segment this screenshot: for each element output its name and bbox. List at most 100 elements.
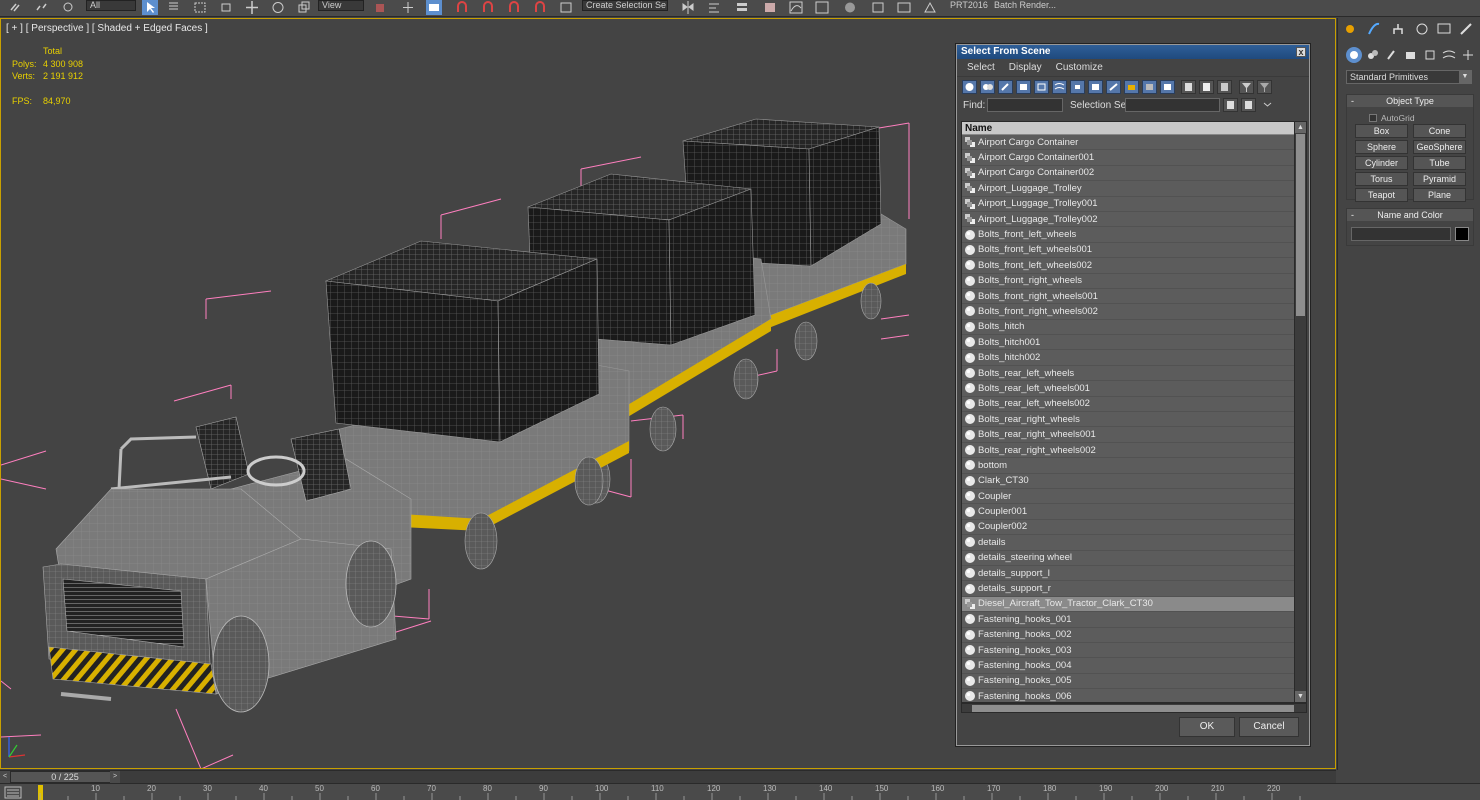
selection-set-add-icon[interactable]	[1223, 98, 1238, 112]
modify-tab-icon[interactable]	[1366, 21, 1382, 37]
torus-button[interactable]: Torus	[1355, 172, 1408, 186]
geometry-category-icon[interactable]	[1346, 47, 1362, 63]
layer-manager-icon[interactable]	[734, 0, 750, 15]
object-type-header[interactable]: - Object Type	[1347, 95, 1473, 107]
frozen-filter-icon[interactable]	[1142, 80, 1157, 94]
link-icon[interactable]	[8, 0, 24, 15]
teapot-button[interactable]: Teapot	[1355, 188, 1408, 202]
graphite-tools-icon[interactable]	[762, 0, 778, 15]
menu-display[interactable]: Display	[1009, 62, 1042, 73]
angle-snap-icon[interactable]	[480, 0, 496, 15]
pivot-center-icon[interactable]	[372, 0, 388, 15]
cancel-button[interactable]: Cancel	[1239, 717, 1299, 737]
hidden-filter-icon[interactable]	[1160, 80, 1175, 94]
rect-selection-icon[interactable]	[192, 0, 208, 15]
snap-toggle-icon[interactable]	[454, 0, 470, 15]
list-item[interactable]: details	[962, 535, 1296, 551]
list-item[interactable]: Coupler001	[962, 504, 1296, 520]
selection-set-remove-icon[interactable]	[1241, 98, 1256, 112]
motion-tab-icon[interactable]	[1414, 21, 1430, 37]
chevron-down-icon[interactable]	[1261, 98, 1276, 112]
reference-coordinate-dropdown[interactable]: View	[318, 0, 364, 11]
cylinder-button[interactable]: Cylinder	[1355, 156, 1408, 170]
edit-named-selection-icon[interactable]	[558, 0, 574, 15]
selection-set-dropdown[interactable]	[1125, 98, 1220, 112]
list-item[interactable]: Fastening_hooks_003	[962, 642, 1296, 659]
list-item[interactable]: Airport_Luggage_Trolley001	[962, 196, 1296, 212]
list-item[interactable]: bottom	[962, 458, 1296, 474]
list-item[interactable]: Bolts_hitch002	[962, 350, 1296, 366]
spinner-snap-icon[interactable]	[532, 0, 548, 15]
list-item[interactable]: Coupler002	[962, 519, 1296, 536]
shapes-filter-icon[interactable]	[980, 80, 995, 94]
name-and-color-header[interactable]: - Name and Color	[1347, 209, 1473, 221]
helpers-filter-icon[interactable]	[1034, 80, 1049, 94]
scroll-down-icon[interactable]: ▼	[1295, 691, 1306, 702]
manipulate-icon[interactable]	[400, 0, 416, 15]
select-object-icon[interactable]	[142, 0, 158, 15]
time-slider[interactable]: 0 / 225 < >	[0, 770, 1336, 783]
unlink-icon[interactable]	[34, 0, 50, 15]
scrollbar-thumb[interactable]	[1296, 134, 1305, 316]
list-item[interactable]: Bolts_rear_left_wheels	[962, 365, 1296, 382]
scroll-up-icon[interactable]: ▲	[1295, 122, 1306, 133]
selection-filter-dropdown[interactable]: All	[86, 0, 136, 11]
list-item[interactable]: Bolts_front_left_wheels	[962, 227, 1296, 243]
list-item[interactable]: Coupler	[962, 488, 1296, 505]
lights-category-icon[interactable]	[1384, 47, 1400, 63]
primitive-type-dropdown[interactable]: Standard Primitives ▼	[1346, 70, 1472, 84]
list-item[interactable]: Fastening_hooks_001	[962, 612, 1296, 628]
menu-customize[interactable]: Customize	[1056, 62, 1103, 73]
spacewarps-filter-icon[interactable]	[1052, 80, 1067, 94]
menu-select[interactable]: Select	[967, 62, 995, 73]
curve-editor-icon[interactable]	[788, 0, 804, 15]
list-item[interactable]: Bolts_hitch001	[962, 335, 1296, 351]
dialog-title-bar[interactable]: Select From Scene x	[957, 45, 1309, 59]
plane-button[interactable]: Plane	[1413, 188, 1466, 202]
rotate-icon[interactable]	[270, 0, 286, 15]
ok-button[interactable]: OK	[1179, 717, 1235, 737]
list-item[interactable]: Bolts_front_left_wheels002	[962, 258, 1296, 274]
display-invert-icon[interactable]	[1217, 80, 1232, 94]
mirror-icon[interactable]	[680, 0, 696, 15]
xrefs-filter-icon[interactable]	[1088, 80, 1103, 94]
list-item[interactable]: Fastening_hooks_006	[962, 689, 1296, 702]
name-column-header[interactable]: Name	[962, 122, 1296, 135]
list-item[interactable]: Airport Cargo Container001	[962, 150, 1296, 166]
utilities-tab-icon[interactable]	[1458, 21, 1474, 37]
window-crossing-icon[interactable]	[218, 0, 234, 15]
object-name-input[interactable]	[1351, 227, 1451, 241]
named-selection-sets-dropdown[interactable]: Create Selection Se	[582, 0, 668, 11]
select-by-name-icon[interactable]	[166, 0, 182, 15]
lights-filter-icon[interactable]	[998, 80, 1013, 94]
cameras-filter-icon[interactable]	[1016, 80, 1031, 94]
align-icon[interactable]	[706, 0, 722, 15]
geosphere-button[interactable]: GeoSphere	[1413, 140, 1466, 154]
list-item[interactable]: Airport_Luggage_Trolley002	[962, 211, 1296, 228]
list-item[interactable]: Bolts_rear_right_wheels002	[962, 442, 1296, 459]
time-slider-thumb[interactable]: 0 / 225	[10, 771, 120, 783]
list-item[interactable]: details_support_l	[962, 565, 1296, 582]
render-setup-icon[interactable]	[870, 0, 886, 15]
list-item[interactable]: Airport_Luggage_Trolley	[962, 181, 1296, 197]
list-item[interactable]: Fastening_hooks_002	[962, 627, 1296, 643]
bones-filter-icon[interactable]	[1106, 80, 1121, 94]
viewport-label[interactable]: [ + ] [ Perspective ] [ Shaded + Edged F…	[6, 23, 208, 34]
list-item[interactable]: Fastening_hooks_005	[962, 673, 1296, 690]
display-all-icon[interactable]	[1181, 80, 1196, 94]
list-item[interactable]: Fastening_hooks_004	[962, 658, 1296, 674]
list-item[interactable]: Airport Cargo Container	[962, 135, 1296, 151]
helpers-category-icon[interactable]	[1422, 47, 1438, 63]
containers-filter-icon[interactable]	[1124, 80, 1139, 94]
chevron-down-icon[interactable]: ▼	[1459, 71, 1471, 83]
pyramid-button[interactable]: Pyramid	[1413, 172, 1466, 186]
list-item[interactable]: Diesel_Aircraft_Tow_Tractor_Clark_CT30	[962, 596, 1296, 613]
systems-category-icon[interactable]	[1460, 47, 1476, 63]
material-editor-icon[interactable]	[842, 0, 858, 15]
scene-object-list[interactable]: Name Airport Cargo Container Airport Carg…	[961, 121, 1307, 703]
rendered-frame-window-icon[interactable]	[896, 0, 912, 15]
cone-button[interactable]: Cone	[1413, 124, 1466, 138]
filter-options-icon[interactable]	[1257, 80, 1272, 94]
create-tab-icon[interactable]	[1342, 21, 1358, 37]
bind-spacewarp-icon[interactable]	[60, 0, 76, 15]
